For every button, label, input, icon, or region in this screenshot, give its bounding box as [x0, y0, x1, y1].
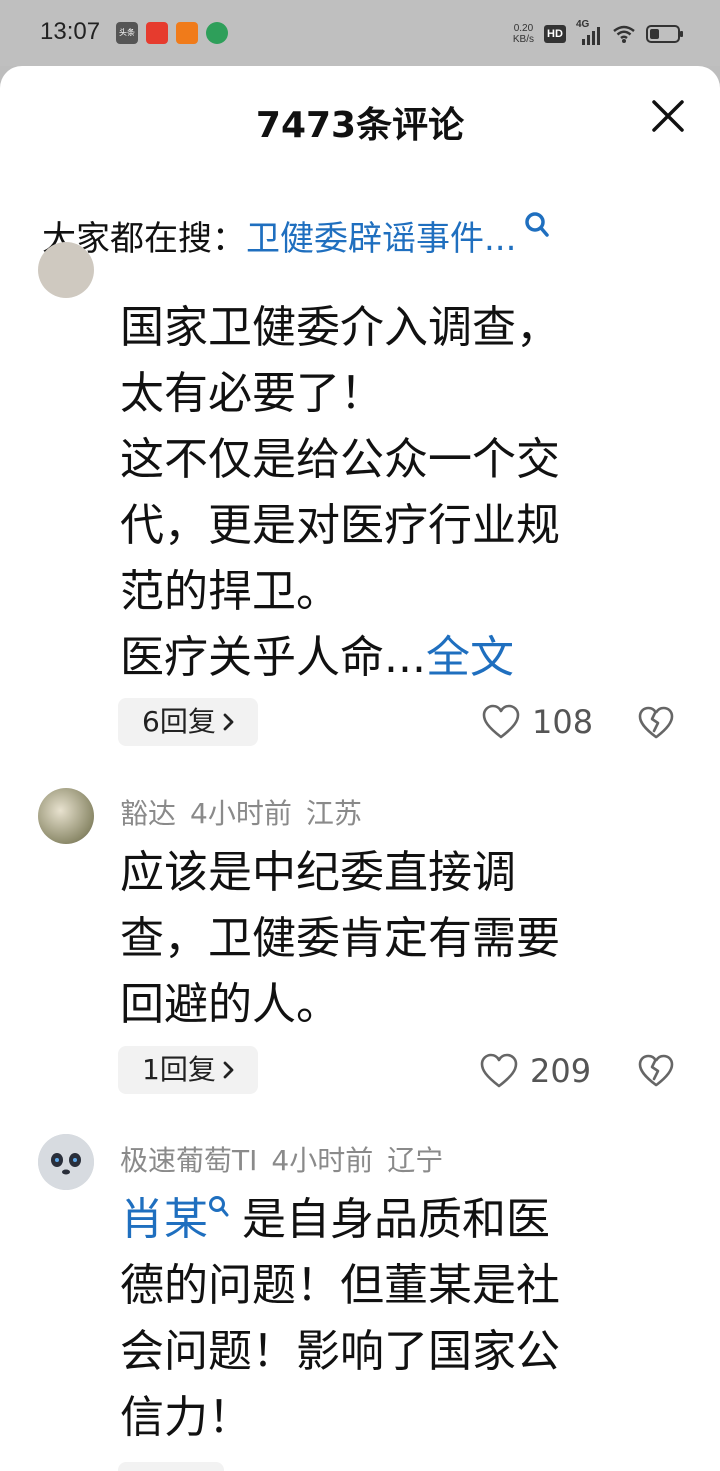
comment-location: 辽宁	[387, 1144, 444, 1177]
battery-icon	[646, 25, 683, 43]
close-icon[interactable]	[648, 96, 688, 136]
status-icons: 0.20 KB/s HD 4G	[512, 19, 683, 48]
comment-text: 国家卫健委介入调查， 太有必要了！ 这不仅是给公众一个交 代，更是对医疗行业规 …	[120, 302, 560, 683]
avatar[interactable]	[38, 1134, 94, 1190]
like-button[interactable]: 209	[480, 1052, 591, 1090]
comment-time: 4小时前	[190, 797, 292, 830]
reply-count-button[interactable]: 1回复	[118, 1046, 258, 1094]
chevron-right-icon	[223, 713, 234, 731]
reply-count-button[interactable]: 6回复	[118, 698, 258, 746]
comment-time: 4小时前	[271, 1144, 374, 1177]
like-count: 209	[530, 1052, 592, 1090]
signal-icon: 4G	[576, 19, 602, 45]
heart-icon	[482, 704, 520, 739]
network-speed: 0.20 KB/s	[512, 23, 534, 45]
username[interactable]: 豁达	[120, 797, 176, 830]
expand-full-text-link[interactable]: 全文	[426, 632, 514, 683]
trending-search-term[interactable]: 卫健委辟谣事件...	[246, 211, 516, 260]
trending-search[interactable]: 大家都在搜： 卫健委辟谣事件...	[42, 211, 550, 260]
search-icon[interactable]	[208, 1195, 230, 1221]
broken-heart-icon[interactable]	[638, 706, 674, 740]
chevron-right-icon	[223, 1061, 234, 1079]
app-notification-icon	[206, 22, 228, 44]
heart-icon	[480, 1053, 518, 1088]
comment-count-title: 7473条评论	[255, 105, 465, 146]
like-button[interactable]: 108	[482, 703, 593, 741]
username[interactable]: 极速葡萄TI	[120, 1144, 257, 1177]
comments-sheet: 7473条评论 大家都在搜： 卫健委辟谣事件... 国家卫健委介入调查， 太有必…	[0, 66, 720, 1471]
app-notification-icon	[176, 22, 198, 44]
topic-link[interactable]: 肖某	[120, 1194, 208, 1245]
hd-icon: HD	[544, 25, 566, 43]
comment-meta: 极速葡萄TI 4小时前 辽宁	[120, 1139, 457, 1179]
status-bar: 13:07 头条 0.20 KB/s HD 4G	[0, 0, 720, 66]
comment-meta: 豁达 4小时前 江苏	[120, 792, 376, 832]
reply-count-button[interactable]	[118, 1462, 224, 1471]
avatar[interactable]	[38, 788, 94, 844]
like-count: 108	[532, 703, 594, 741]
avatar[interactable]	[38, 242, 94, 298]
news-app-notification-icon: 头条	[116, 22, 138, 44]
comment-text: 应该是中纪委直接调 查，卫健委肯定有需要 回避的人。	[120, 847, 560, 1030]
comment-text: 肖某 是自身品质和医 德的问题！但董某是社 会问题！影响了国家公 信力！	[120, 1194, 560, 1443]
comment-location: 江苏	[305, 797, 362, 830]
wifi-icon	[613, 25, 635, 43]
status-time: 13:07	[40, 18, 101, 45]
broken-heart-icon[interactable]	[638, 1054, 674, 1088]
app-notification-icon	[146, 22, 168, 44]
search-icon[interactable]	[524, 208, 550, 248]
